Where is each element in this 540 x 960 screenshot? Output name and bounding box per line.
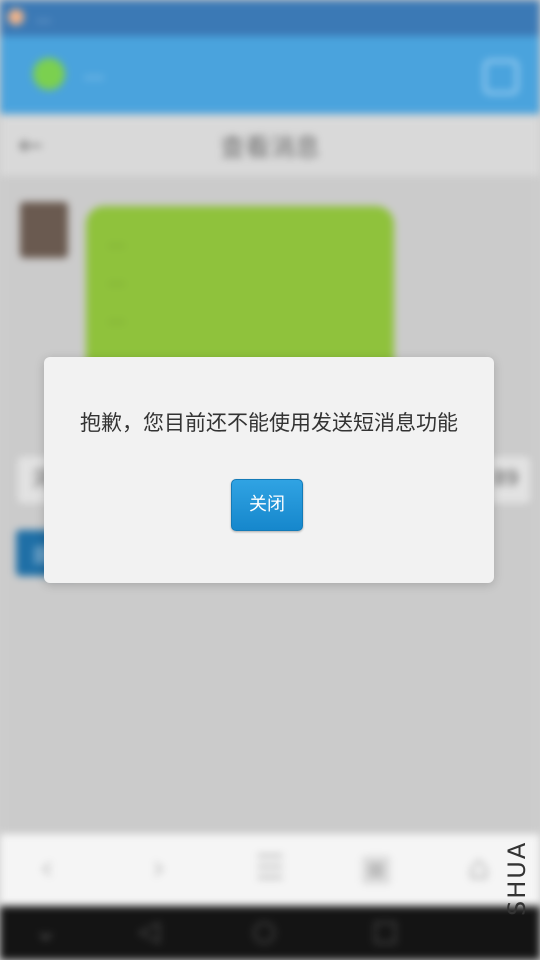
- close-button[interactable]: 关闭: [231, 479, 303, 531]
- status-text: …: [36, 8, 51, 26]
- tabs-icon[interactable]: ▣: [360, 848, 392, 888]
- back-icon[interactable]: ‹: [40, 848, 54, 888]
- status-bar: …: [0, 0, 540, 36]
- browser-address-bar[interactable]: [0, 36, 540, 114]
- watermark: SHUA: [503, 840, 531, 916]
- message-line: …: [108, 308, 125, 328]
- forward-icon[interactable]: ›: [152, 848, 166, 888]
- system-home-icon[interactable]: ○: [252, 914, 276, 947]
- down-icon[interactable]: ⌄: [34, 914, 57, 947]
- secure-site-icon: [33, 58, 65, 90]
- page-title: 查看消息: [219, 133, 320, 162]
- menu-icon[interactable]: ☰: [255, 848, 285, 888]
- avatar[interactable]: [20, 202, 68, 258]
- home-icon[interactable]: ⌂: [468, 848, 490, 888]
- dialog-message: 抱歉，您目前还不能使用发送短消息功能: [80, 411, 458, 435]
- message-line: …: [108, 232, 125, 252]
- message-line: …: [108, 270, 125, 290]
- reply-input-text-end: 89: [493, 466, 519, 490]
- message-bubble: [86, 206, 394, 376]
- recent-apps-icon[interactable]: □: [372, 914, 398, 947]
- alert-dialog: 抱歉，您目前还不能使用发送短消息功能 关闭: [44, 357, 494, 583]
- notification-icon: [8, 9, 24, 25]
- browser-url[interactable]: …: [84, 60, 104, 84]
- browser-menu-icon[interactable]: [484, 60, 518, 94]
- system-back-icon[interactable]: ◁: [138, 914, 160, 947]
